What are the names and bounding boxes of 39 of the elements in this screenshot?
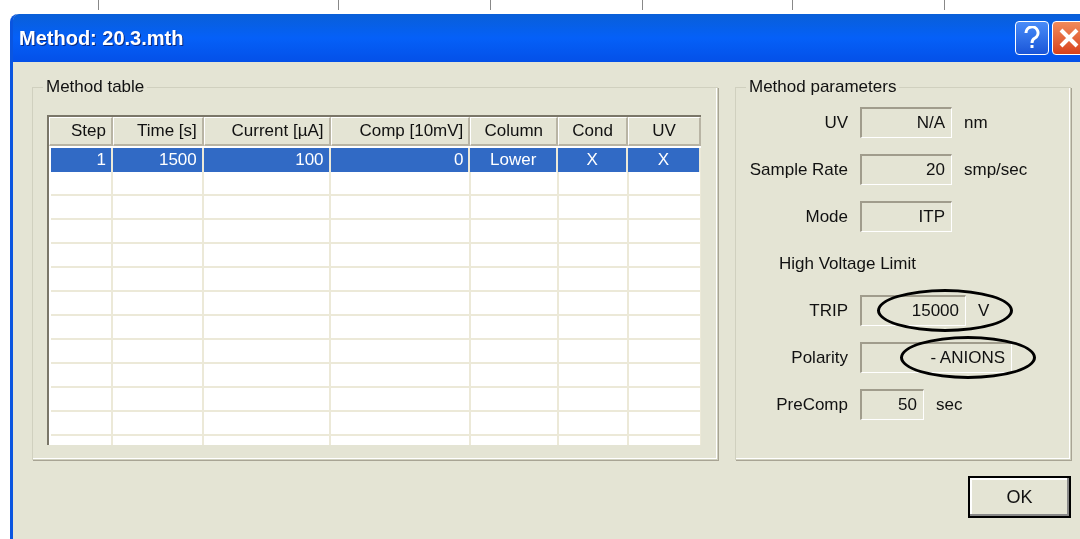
window-title: Method: 20.3.mth: [19, 26, 185, 51]
table-cell: 1: [51, 148, 113, 172]
field-label: Polarity: [791, 346, 848, 369]
readonly-field: 20: [860, 154, 952, 185]
table-row[interactable]: 1 1500 100 0 Lower X X: [51, 148, 701, 172]
column-header[interactable]: Time [s]: [112, 117, 204, 146]
table-cell: X: [628, 148, 701, 172]
table-cell: 0: [330, 148, 471, 172]
unit-label: smp/sec: [964, 158, 1028, 181]
table-cell: Lower: [470, 148, 559, 172]
close-icon: [1058, 27, 1080, 49]
readonly-field: - ANIONS: [860, 342, 1012, 373]
help-button[interactable]: [1015, 21, 1049, 55]
column-header[interactable]: Comp [10mV]: [330, 117, 471, 146]
table-cell: 1500: [112, 148, 204, 172]
field-label: UV: [824, 111, 848, 134]
field-label: Sample Rate: [749, 158, 848, 181]
readonly-field: 15000: [860, 295, 966, 326]
unit-label: nm: [964, 111, 988, 134]
column-header[interactable]: Current [µA]: [203, 117, 331, 146]
table-cell: X: [558, 148, 629, 172]
readonly-field: ITP: [860, 201, 952, 232]
readonly-field: N/A: [860, 107, 952, 138]
ok-button[interactable]: OK: [968, 476, 1071, 518]
unit-label: V: [978, 299, 990, 322]
field-label: PreComp: [776, 393, 848, 416]
section-heading: High Voltage Limit: [779, 252, 917, 275]
field-label: TRIP: [809, 299, 848, 322]
group-label: Method parameters: [746, 77, 900, 97]
table-cell: 100: [203, 148, 331, 172]
field-label: Mode: [805, 205, 848, 228]
unit-label: sec: [936, 393, 963, 416]
help-icon: [1023, 26, 1041, 50]
column-header[interactable]: Column: [470, 117, 559, 146]
column-header[interactable]: Cond: [558, 117, 629, 146]
column-header[interactable]: Step: [49, 117, 113, 146]
column-header[interactable]: UV: [628, 117, 701, 146]
close-button[interactable]: [1052, 21, 1080, 55]
readonly-field: 50: [860, 389, 924, 420]
